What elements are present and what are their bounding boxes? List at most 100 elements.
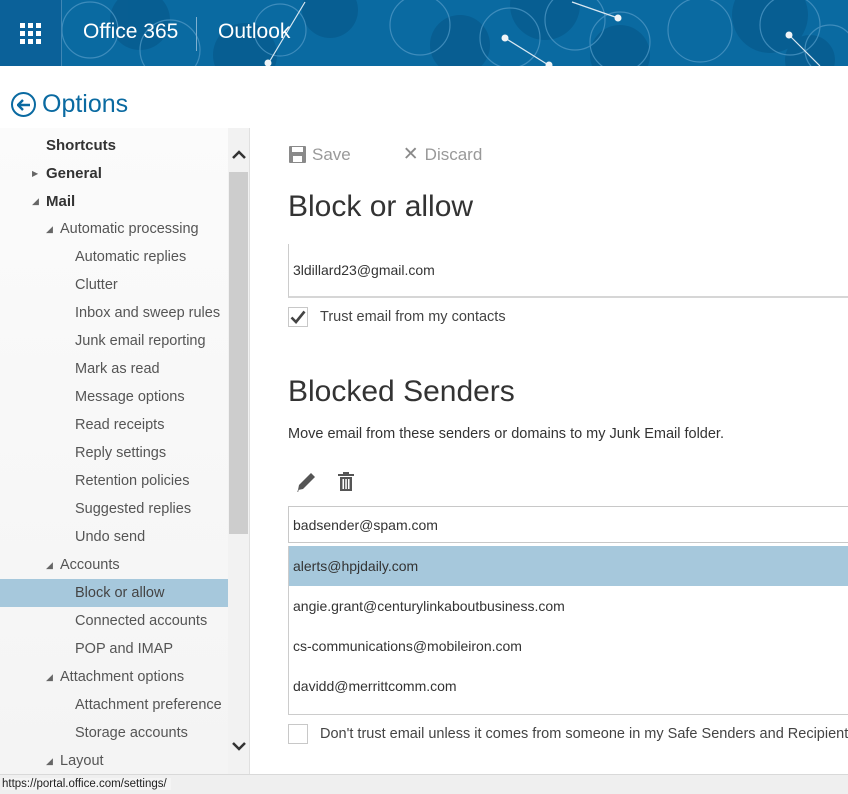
back-arrow-circle-icon[interactable] bbox=[11, 92, 36, 117]
sidebar-item-shortcuts[interactable]: Shortcuts bbox=[0, 131, 228, 159]
blocked-senders-title: Blocked Senders bbox=[288, 375, 515, 408]
status-bar: https://portal.office.com/settings/ bbox=[0, 774, 848, 794]
status-url: https://portal.office.com/settings/ bbox=[2, 778, 171, 790]
sidebar-item-clutter[interactable]: Clutter bbox=[0, 271, 228, 299]
sidebar-item-label: Mark as read bbox=[75, 361, 160, 377]
sidebar-item-label: Message options bbox=[75, 389, 185, 405]
list-item[interactable]: angie.grant@centurylinkaboutbusiness.com bbox=[289, 586, 848, 626]
sidebar-item-accounts[interactable]: ◢ Accounts bbox=[0, 551, 228, 579]
save-button[interactable]: Save bbox=[289, 145, 351, 165]
sidebar-item-reply-settings[interactable]: Reply settings bbox=[0, 439, 228, 467]
save-label: Save bbox=[312, 144, 351, 164]
sidebar-item-label: Attachment options bbox=[60, 669, 185, 685]
pencil-icon bbox=[297, 473, 315, 492]
list-item[interactable]: cs-communications@mobileiron.com bbox=[289, 626, 848, 666]
close-icon: ✕ bbox=[402, 144, 419, 165]
list-item[interactable]: alerts@hpjdaily.com bbox=[289, 546, 848, 586]
sidebar-item-attachment-preference[interactable]: Attachment preference bbox=[0, 691, 228, 719]
options-header: Options bbox=[11, 90, 128, 119]
sidebar-item-automatic-processing[interactable]: ◢ Automatic processing bbox=[0, 215, 228, 243]
sidebar-item-label: Read receipts bbox=[75, 417, 165, 433]
trash-icon bbox=[338, 472, 354, 491]
safe-senders-list[interactable]: 3ldillard23@gmail.com bbox=[288, 244, 848, 298]
sidebar-item-junk-email-reporting[interactable]: Junk email reporting bbox=[0, 327, 228, 355]
sidebar-item-label: Clutter bbox=[75, 277, 118, 293]
sidebar-item-attachment-options[interactable]: ◢ Attachment options bbox=[0, 663, 228, 691]
expanded-triangle-icon[interactable]: ◢ bbox=[46, 224, 60, 235]
sidebar-item-automatic-replies[interactable]: Automatic replies bbox=[0, 243, 228, 271]
app-launcher-button[interactable] bbox=[0, 0, 62, 66]
delete-button[interactable] bbox=[337, 471, 355, 498]
header-divider bbox=[196, 17, 197, 51]
suite-name[interactable]: Office 365 bbox=[83, 20, 178, 44]
sidebar-item-block-or-allow[interactable]: Block or allow bbox=[0, 579, 228, 607]
sidebar-item-label: Accounts bbox=[60, 557, 120, 573]
sidebar-item-layout[interactable]: ◢ Layout bbox=[0, 747, 228, 774]
sidebar-item-label: Layout bbox=[60, 753, 104, 769]
trust-contacts-checkbox[interactable] bbox=[288, 307, 308, 327]
checkmark-icon bbox=[290, 310, 306, 324]
sidebar-item-undo-send[interactable]: Undo send bbox=[0, 523, 228, 551]
sidebar-item-inbox-and-sweep-rules[interactable]: Inbox and sweep rules bbox=[0, 299, 228, 327]
sidebar-item-label: Automatic replies bbox=[75, 249, 187, 265]
options-sidebar: Shortcuts ▶ General ◢ Mail ◢ Automatic process… bbox=[0, 128, 250, 774]
options-title: Options bbox=[42, 90, 129, 118]
waffle-icon bbox=[20, 22, 41, 44]
sidebar-item-connected-accounts[interactable]: Connected accounts bbox=[0, 607, 228, 635]
sidebar-item-label: Undo send bbox=[75, 529, 146, 545]
blocked-senders-list[interactable]: alerts@hpjdaily.com angie.grant@centuryl… bbox=[288, 546, 848, 715]
main-content: Save ✕ Discard Block or allow 3ldillard2… bbox=[251, 128, 848, 774]
scroll-up-button[interactable] bbox=[228, 144, 249, 164]
sidebar-scrollbar-thumb[interactable] bbox=[229, 172, 248, 534]
sidebar-item-label: Block or allow bbox=[75, 585, 165, 601]
sidebar-item-label: Mail bbox=[46, 192, 76, 210]
sidebar-item-label: Reply settings bbox=[75, 445, 167, 461]
sidebar-item-suggested-replies[interactable]: Suggested replies bbox=[0, 495, 228, 523]
sidebar-item-label: Suggested replies bbox=[75, 501, 192, 517]
sidebar-item-pop-and-imap[interactable]: POP and IMAP bbox=[0, 635, 228, 663]
sidebar-item-label: General bbox=[46, 164, 102, 182]
page-title: Block or allow bbox=[288, 190, 474, 223]
sidebar-item-retention-policies[interactable]: Retention policies bbox=[0, 467, 228, 495]
trust-contacts-label: Trust email from my contacts bbox=[320, 309, 506, 325]
sidebar-item-label: Automatic processing bbox=[60, 221, 199, 237]
blocked-senders-description: Move email from these senders or domains… bbox=[288, 426, 724, 442]
sidebar-item-label: Retention policies bbox=[75, 473, 190, 489]
sidebar-item-storage-accounts[interactable]: Storage accounts bbox=[0, 719, 228, 747]
sidebar-item-label: Inbox and sweep rules bbox=[75, 305, 221, 321]
toolbar: Save ✕ Discard bbox=[289, 143, 534, 166]
sidebar-item-label: Connected accounts bbox=[75, 613, 208, 629]
trust-contacts-option[interactable]: Trust email from my contacts bbox=[288, 307, 506, 327]
discard-button[interactable]: ✕ Discard bbox=[403, 143, 483, 166]
expanded-triangle-icon[interactable]: ◢ bbox=[46, 672, 60, 683]
expanded-triangle-icon[interactable]: ◢ bbox=[32, 196, 46, 207]
sidebar-item-general[interactable]: ▶ General bbox=[0, 159, 228, 187]
list-item[interactable]: davidd@merrittcomm.com bbox=[289, 666, 848, 706]
sidebar-item-label: POP and IMAP bbox=[75, 641, 174, 657]
edit-button[interactable] bbox=[295, 471, 317, 498]
sidebar-item-message-options[interactable]: Message options bbox=[0, 383, 228, 411]
expanded-triangle-icon[interactable]: ◢ bbox=[46, 756, 60, 767]
safe-senders-only-checkbox[interactable] bbox=[288, 724, 308, 744]
safe-senders-only-option[interactable]: Don't trust email unless it comes from s… bbox=[288, 724, 848, 744]
list-actions bbox=[295, 471, 375, 498]
sidebar-item-label: Attachment preference bbox=[75, 697, 222, 713]
sidebar-item-mail[interactable]: ◢ Mail bbox=[0, 187, 228, 215]
blocked-sender-input[interactable] bbox=[288, 506, 848, 543]
chevron-up-icon bbox=[231, 149, 246, 159]
top-bar: Office 365 Outlook bbox=[0, 0, 848, 66]
list-item[interactable]: 3ldillard23@gmail.com bbox=[293, 262, 435, 278]
expanded-triangle-icon[interactable]: ◢ bbox=[46, 560, 60, 571]
scroll-down-button[interactable] bbox=[228, 736, 249, 756]
sidebar-item-label: Storage accounts bbox=[75, 725, 188, 741]
safe-senders-only-label: Don't trust email unless it comes from s… bbox=[320, 726, 848, 742]
sidebar-item-label: Junk email reporting bbox=[75, 333, 206, 349]
sidebar-item-label: Shortcuts bbox=[46, 136, 117, 154]
discard-label: Discard bbox=[424, 144, 483, 164]
collapsed-triangle-icon[interactable]: ▶ bbox=[32, 169, 46, 178]
app-name[interactable]: Outlook bbox=[218, 20, 290, 44]
chevron-down-icon bbox=[231, 741, 246, 751]
save-icon bbox=[289, 146, 306, 163]
sidebar-item-mark-as-read[interactable]: Mark as read bbox=[0, 355, 228, 383]
sidebar-item-read-receipts[interactable]: Read receipts bbox=[0, 411, 228, 439]
